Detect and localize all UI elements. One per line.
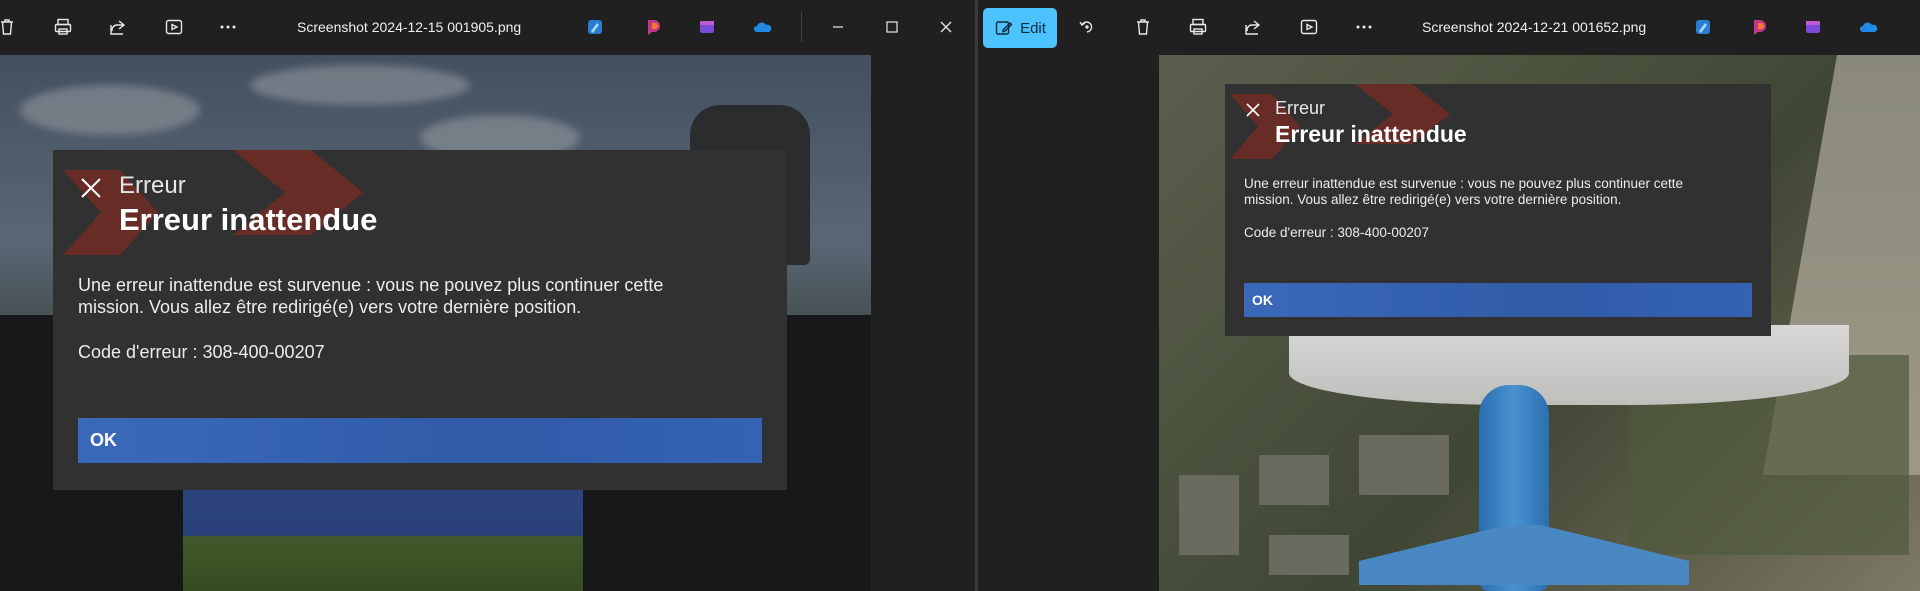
minimize-icon[interactable] <box>821 10 855 44</box>
error-dialog: Erreur Erreur inattendue Une erreur inat… <box>1225 84 1771 336</box>
close-icon[interactable] <box>929 10 963 44</box>
clipchamp-icon[interactable] <box>1796 10 1830 44</box>
slideshow-icon[interactable] <box>157 10 191 44</box>
dialog-title: Erreur inattendue <box>119 202 378 237</box>
ok-button[interactable]: OK <box>1244 283 1752 317</box>
left-photo-viewer-window: Screenshot 2024-12-15 001905.png Erreur … <box>0 0 975 591</box>
rotate-icon[interactable] <box>1070 10 1104 44</box>
dialog-title: Erreur inattendue <box>1275 121 1467 147</box>
dialog-message: Une erreur inattendue est survenue : vou… <box>1244 176 1684 207</box>
edit-button[interactable]: Edit <box>983 8 1057 48</box>
dialog-close-icon[interactable] <box>1245 102 1261 118</box>
more-icon[interactable] <box>211 10 245 44</box>
clipchamp-icon[interactable] <box>690 10 724 44</box>
building <box>1269 535 1349 575</box>
share-icon[interactable] <box>101 10 135 44</box>
dialog-small-title: Erreur <box>1275 98 1326 118</box>
error-code: Code d'erreur : 308-400-00207 <box>78 342 325 362</box>
dialog-close-icon[interactable] <box>80 177 102 199</box>
error-dialog: Erreur Erreur inattendue Une erreur inat… <box>53 150 787 490</box>
print-icon[interactable] <box>1181 10 1215 44</box>
toolbar-separator <box>801 12 802 42</box>
window-title: Screenshot 2024-12-21 001652.png <box>1422 19 1647 35</box>
onedrive-icon[interactable] <box>1852 10 1886 44</box>
delete-icon[interactable] <box>0 10 24 44</box>
designer-icon[interactable] <box>1686 10 1720 44</box>
share-icon[interactable] <box>1236 10 1270 44</box>
designer-icon[interactable] <box>578 10 612 44</box>
more-icon[interactable] <box>1347 10 1381 44</box>
error-code: Code d'erreur : 308-400-00207 <box>1244 225 1429 240</box>
building <box>1179 475 1239 555</box>
window-title: Screenshot 2024-12-15 001905.png <box>297 19 522 35</box>
building <box>1359 435 1449 495</box>
copilot-icon[interactable] <box>1742 10 1776 44</box>
aircraft-wing <box>1289 325 1849 405</box>
onedrive-icon[interactable] <box>746 10 780 44</box>
building <box>1259 455 1329 505</box>
edit-label: Edit <box>1020 19 1046 37</box>
dialog-message: Une erreur inattendue est survenue : vou… <box>78 275 664 317</box>
right-toolbar: Edit Screenshot 2024-12-21 001652.png <box>978 0 1920 55</box>
left-toolbar: Screenshot 2024-12-15 001905.png <box>0 0 975 55</box>
ok-button[interactable]: OK <box>78 418 762 463</box>
edit-icon <box>995 21 1013 35</box>
maximize-icon[interactable] <box>875 10 909 44</box>
right-photo-viewer-window: Edit Screenshot 2024-12-21 001652.png Er… <box>978 0 1920 591</box>
print-icon[interactable] <box>46 10 80 44</box>
slideshow-icon[interactable] <box>1292 10 1326 44</box>
dialog-small-title: Erreur <box>119 172 186 199</box>
copilot-icon[interactable] <box>636 10 670 44</box>
delete-icon[interactable] <box>1126 10 1160 44</box>
